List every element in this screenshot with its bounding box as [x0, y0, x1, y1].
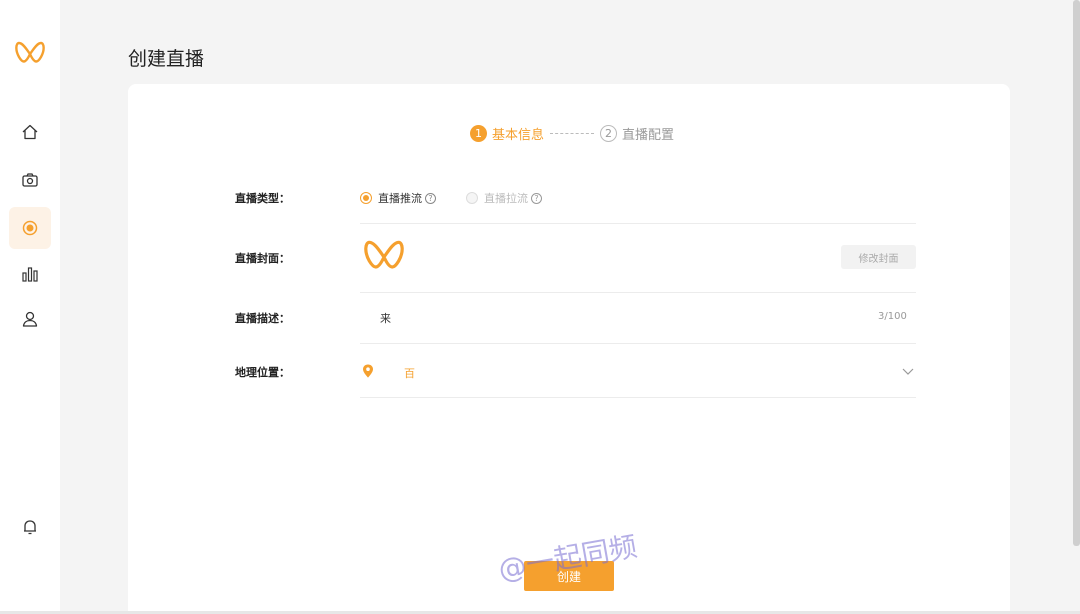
divider [360, 397, 916, 398]
step-connector [550, 133, 595, 134]
nav-live[interactable] [9, 207, 51, 249]
location-value: 百 [404, 367, 415, 380]
radio-push-stream[interactable]: 直播推流 ? [360, 190, 436, 206]
description-char-count: 3/100 [878, 311, 907, 322]
nav-stats[interactable] [9, 253, 51, 295]
camera-icon [22, 173, 38, 187]
change-cover-button[interactable]: 修改封面 [841, 245, 916, 269]
step-number: 1 [470, 125, 487, 142]
description-input[interactable]: 来 [360, 310, 916, 330]
live-record-icon [22, 220, 38, 236]
step-basic-info: 1 基本信息 [470, 124, 544, 143]
radio-dot [466, 192, 478, 204]
radio-label: 直播推流 [378, 192, 422, 205]
step-label: 基本信息 [492, 128, 545, 143]
page-title: 创建直播 [128, 48, 205, 70]
nav-notifications[interactable] [9, 506, 51, 548]
radio-pull-stream[interactable]: 直播拉流 ? [466, 190, 542, 206]
step-live-config: 2 直播配置 [600, 124, 674, 143]
location-select[interactable]: 百 [360, 364, 916, 384]
radio-dot [360, 192, 372, 204]
live-type-label: 直播类型： [235, 192, 290, 205]
help-icon[interactable]: ? [425, 192, 436, 204]
divider [360, 292, 916, 293]
live-description-label: 直播描述： [235, 312, 290, 325]
step-label: 直播配置 [622, 128, 675, 143]
location-label: 地理位置： [235, 366, 290, 379]
user-icon [22, 311, 38, 327]
sidebar [0, 0, 60, 614]
bell-icon [24, 520, 36, 535]
description-value: 来 [380, 312, 391, 325]
step-indicator: 1 基本信息 2 直播配置 [470, 124, 674, 143]
step-number: 2 [600, 125, 618, 142]
brand-logo[interactable] [15, 40, 45, 68]
help-icon[interactable]: ? [531, 192, 542, 204]
divider [360, 343, 916, 344]
nav-camera[interactable] [9, 159, 51, 201]
live-cover-label: 直播封面： [235, 252, 290, 265]
divider [360, 223, 916, 224]
scrollbar[interactable] [1073, 0, 1080, 546]
nav-home[interactable] [9, 111, 51, 153]
bar-chart-icon [22, 267, 38, 282]
location-pin-icon [363, 364, 373, 378]
radio-label: 直播拉流 [484, 192, 528, 205]
nav-user[interactable] [9, 298, 51, 340]
home-icon [22, 124, 38, 140]
cover-image[interactable] [364, 238, 404, 276]
create-live-form-card: 1 基本信息 2 直播配置 直播类型： 直播推流 ? 直播拉流 ? 直播封面： … [128, 84, 1010, 614]
live-type-radio-group: 直播推流 ? 直播拉流 ? [360, 190, 572, 206]
chevron-down-icon [902, 368, 914, 375]
create-button[interactable]: 创建 [524, 561, 614, 591]
